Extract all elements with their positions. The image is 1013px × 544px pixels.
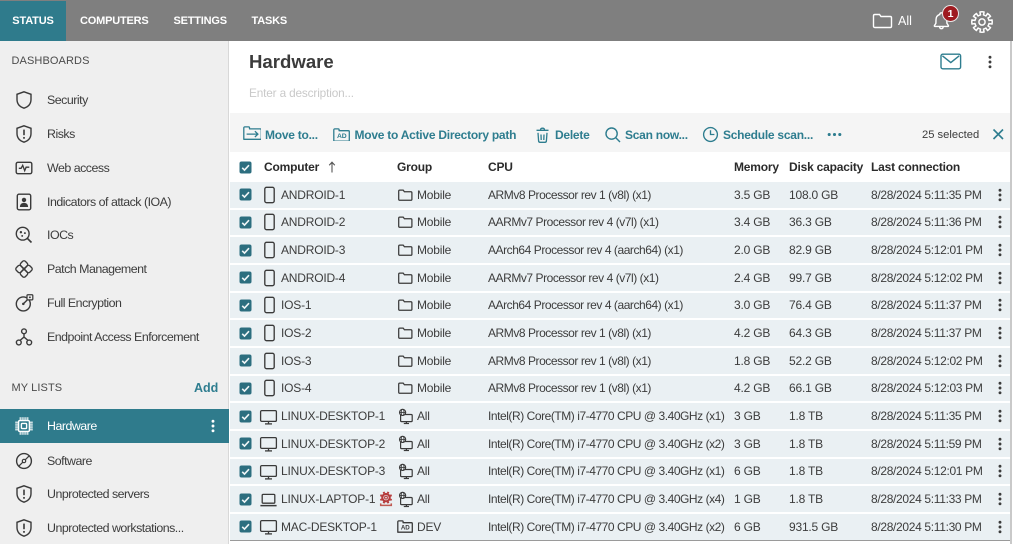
svg-text:AD: AD <box>401 525 410 532</box>
svg-text:AD: AD <box>337 133 347 140</box>
